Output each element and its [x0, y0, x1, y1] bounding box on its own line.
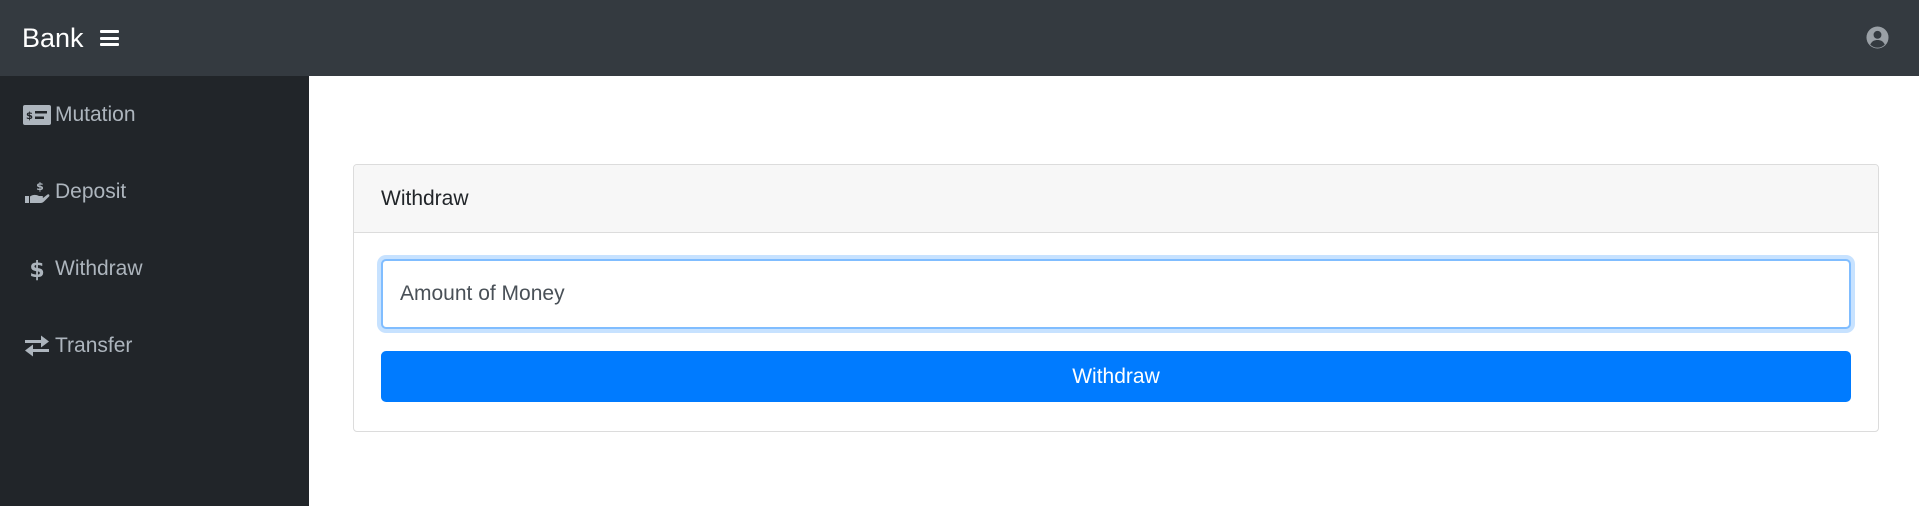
money-check-icon: $ [22, 103, 52, 127]
hamburger-menu-icon[interactable] [99, 30, 119, 46]
user-circle-icon[interactable] [1866, 26, 1889, 49]
sidebar-item-label: Transfer [55, 333, 133, 357]
sidebar-item-label: Withdraw [55, 256, 143, 280]
svg-text:$: $ [26, 111, 33, 122]
amount-input[interactable] [381, 259, 1851, 329]
card-body: Withdraw [354, 233, 1878, 428]
main-content: Withdraw Withdraw [309, 76, 1919, 506]
hand-holding-usd-icon: $ [22, 180, 52, 204]
sidebar-item-label: Mutation [55, 102, 136, 126]
withdraw-button[interactable]: Withdraw [381, 351, 1851, 402]
card-title: Withdraw [354, 165, 1878, 233]
sidebar-item-transfer[interactable]: Transfer [0, 307, 309, 384]
brand-name: Bank [22, 22, 84, 53]
dollar-sign-icon: $ [22, 257, 52, 281]
exchange-arrows-icon [22, 334, 52, 358]
top-navbar: Bank [0, 0, 1919, 76]
sidebar-item-mutation[interactable]: $ Mutation [0, 76, 309, 153]
sidebar-item-label: Deposit [55, 179, 127, 203]
sidebar: $ Mutation $ Deposit $ Withdraw Transfer [0, 76, 309, 506]
brand-link[interactable]: Bank [22, 23, 119, 54]
sidebar-item-deposit[interactable]: $ Deposit [0, 153, 309, 230]
withdraw-card: Withdraw Withdraw [353, 164, 1879, 432]
svg-text:$: $ [36, 180, 44, 193]
sidebar-item-withdraw[interactable]: $ Withdraw [0, 230, 309, 307]
svg-text:$: $ [29, 258, 44, 281]
